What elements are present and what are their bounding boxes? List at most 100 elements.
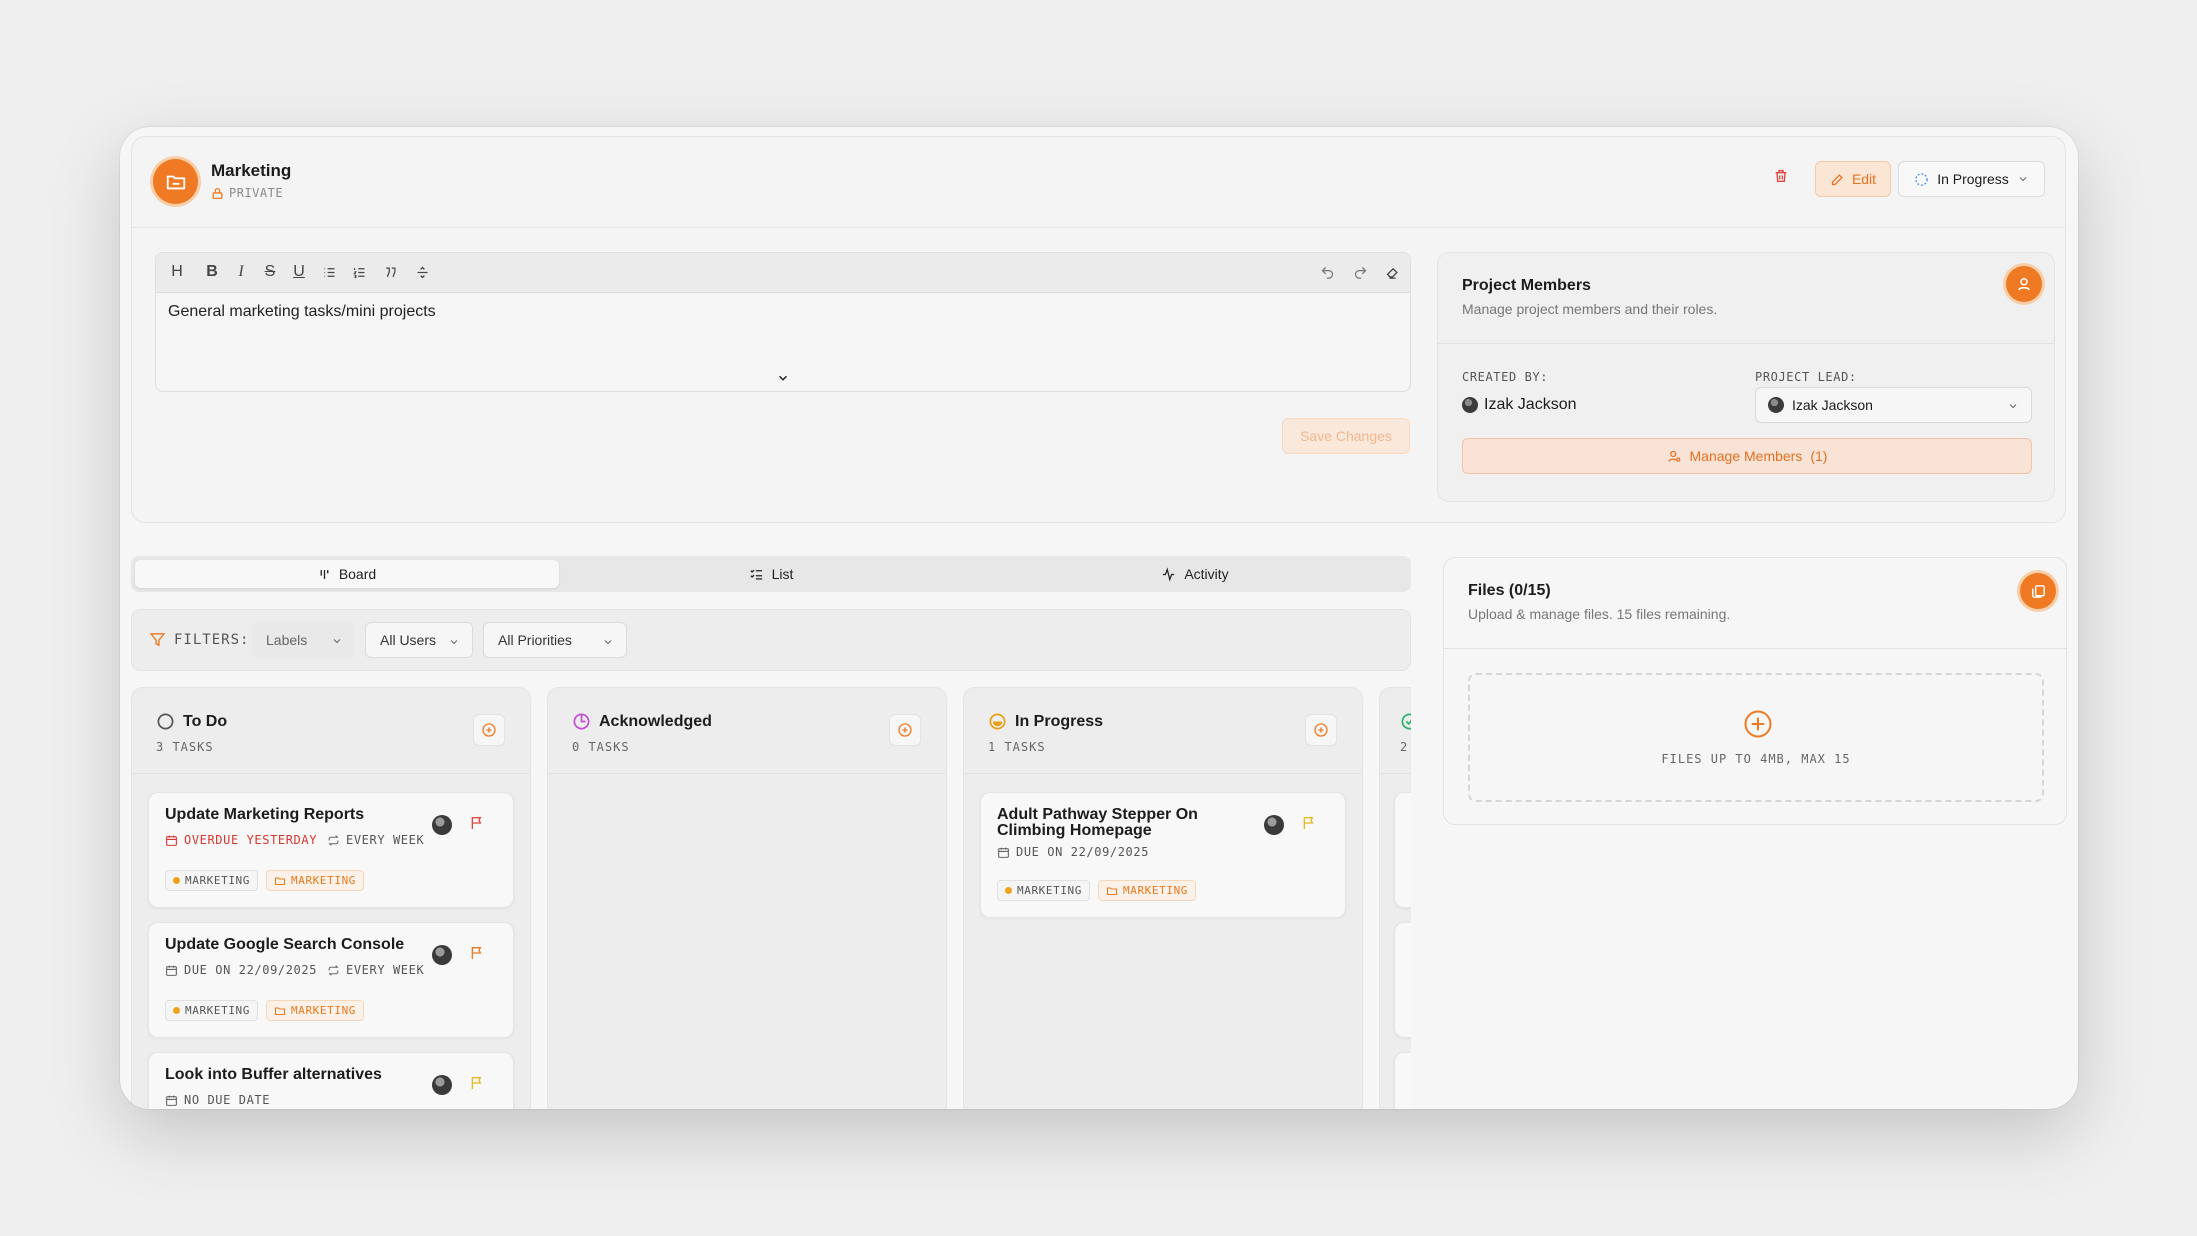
app-window: Marketing PRIVATE Edit In Progress H B I… — [120, 127, 2078, 1109]
plus-circle-icon — [1743, 709, 1773, 744]
redo-button[interactable] — [1347, 259, 1373, 285]
status-select[interactable]: In Progress — [1898, 161, 2045, 197]
file-dropzone[interactable]: FILES UP TO 4MB, MAX 15 — [1468, 673, 2044, 802]
eraser-icon — [1386, 267, 1398, 279]
divider-button[interactable] — [409, 259, 435, 285]
task-due-text: NO DUE DATE — [184, 1093, 271, 1107]
priorities-filter[interactable]: All Priorities — [483, 622, 627, 658]
save-changes-button[interactable]: Save Changes — [1282, 418, 1410, 454]
priority-flag-icon[interactable] — [469, 1075, 485, 1096]
label-tag[interactable]: MARKETING — [165, 870, 259, 891]
assignee-avatar[interactable] — [1264, 815, 1284, 835]
editor-toolbar: H B I S U — [156, 253, 1410, 293]
tab-board-label: Board — [338, 566, 377, 582]
visibility-label: PRIVATE — [229, 186, 284, 200]
column-count: 2 — [1400, 740, 1409, 754]
task-tags: MARKETING MARKETING — [165, 1000, 365, 1021]
view-tabs: Board List Activity — [131, 556, 1411, 592]
task-card[interactable]: Update Google Search Console DUE ON 22/0… — [148, 922, 514, 1038]
users-filter[interactable]: All Users — [365, 622, 473, 658]
quote-button[interactable] — [377, 259, 403, 285]
undo-button[interactable] — [1314, 259, 1340, 285]
filters-label: FILTERS: — [149, 631, 249, 648]
strikethrough-button[interactable]: S — [257, 259, 283, 285]
board-overflow-clip: 2 — [1379, 687, 1411, 1109]
priorities-filter-value: All Priorities — [498, 632, 572, 648]
folder-icon — [275, 877, 286, 885]
chevron-down-icon — [2019, 177, 2027, 182]
plus-circle-icon — [482, 723, 496, 737]
project-lead-label: PROJECT LEAD: — [1755, 370, 1857, 384]
circle-icon — [157, 713, 174, 730]
plus-circle-icon — [1314, 723, 1328, 737]
column-header: To Do 3 TASKS — [132, 688, 530, 774]
project-card: Marketing PRIVATE Edit In Progress H B I… — [131, 136, 2066, 523]
italic-label: I — [238, 263, 244, 280]
trash-icon — [1775, 170, 1787, 182]
add-task-button[interactable] — [1305, 714, 1337, 746]
strike-label: S — [264, 263, 276, 280]
manage-members-button[interactable]: Manage Members (1) — [1462, 438, 2032, 474]
column-count: 1 TASKS — [988, 740, 1046, 754]
task-due-text: DUE ON 22/09/2025 — [184, 963, 318, 977]
clear-format-button[interactable] — [1379, 259, 1405, 285]
tab-board[interactable]: Board — [135, 560, 559, 588]
editor-content[interactable]: General marketing tasks/mini projects — [168, 303, 436, 321]
column-title-text: To Do — [183, 712, 228, 730]
column-title — [1400, 712, 1411, 731]
edit-button[interactable]: Edit — [1815, 161, 1891, 197]
assignee-avatar[interactable] — [432, 1075, 452, 1095]
assignee-avatar[interactable] — [432, 945, 452, 965]
expand-chevron-icon[interactable] — [776, 371, 790, 390]
heading-button[interactable]: H — [164, 259, 190, 285]
users-filter-value: All Users — [380, 632, 437, 648]
task-card[interactable] — [1394, 922, 1411, 1038]
task-title: Adult Pathway Stepper On Climbing Homepa… — [997, 806, 1198, 839]
add-task-button[interactable] — [473, 714, 505, 746]
italic-button[interactable]: I — [228, 259, 254, 285]
task-card[interactable]: Look into Buffer alternatives NO DUE DAT… — [148, 1052, 514, 1109]
project-tag[interactable]: MARKETING — [266, 870, 365, 891]
underline-button[interactable]: U — [286, 259, 312, 285]
project-members-panel: Project Members Manage project members a… — [1437, 252, 2055, 502]
folder-icon — [153, 159, 198, 204]
project-lead-select[interactable]: Izak Jackson — [1755, 387, 2032, 423]
assignee-avatar[interactable] — [432, 815, 452, 835]
tab-list[interactable]: List — [559, 560, 983, 588]
files-title: Files (0/15) — [1468, 582, 1551, 599]
label-tag[interactable]: MARKETING — [165, 1000, 259, 1021]
priority-flag-icon[interactable] — [469, 815, 485, 836]
plus-circle-icon — [898, 723, 912, 737]
task-tags: MARKETING MARKETING — [997, 880, 1197, 901]
files-copy-icon — [2020, 573, 2056, 609]
task-card[interactable]: Adult Pathway Stepper On Climbing Homepa… — [980, 792, 1346, 918]
priority-flag-icon[interactable] — [469, 945, 485, 966]
ordered-list-icon — [352, 267, 364, 278]
description-editor[interactable]: H B I S U General marketing tasks/mini p… — [155, 252, 1411, 392]
task-due: DUE ON 22/09/2025 EVERY WEEK — [165, 963, 424, 977]
tab-activity[interactable]: Activity — [983, 560, 1407, 588]
column-header: 2 — [1380, 688, 1411, 774]
tab-activity-label: Activity — [1184, 566, 1229, 582]
column-in-progress: In Progress 1 TASKS Adult Pathway Steppe… — [963, 687, 1363, 1109]
task-card[interactable]: Update Marketing Reports OVERDUE YESTERD… — [148, 792, 514, 908]
add-task-button[interactable] — [889, 714, 921, 746]
labels-filter[interactable]: Labels — [252, 622, 355, 658]
label-tag[interactable]: MARKETING — [997, 880, 1091, 901]
chevron-down-icon — [604, 640, 612, 645]
project-tag[interactable]: MARKETING — [266, 1000, 365, 1021]
task-card[interactable] — [1394, 792, 1411, 908]
manage-members-label: Manage Members — [1689, 448, 1803, 464]
created-by-label: CREATED BY: — [1462, 370, 1549, 384]
bold-button[interactable]: B — [199, 259, 225, 285]
label-dot — [173, 877, 180, 884]
activity-icon — [1163, 566, 1175, 582]
project-tag[interactable]: MARKETING — [1098, 880, 1197, 901]
column-header: Acknowledged 0 TASKS — [548, 688, 946, 774]
task-card[interactable] — [1394, 1052, 1411, 1109]
ordered-list-button[interactable] — [346, 259, 372, 285]
task-due-text: OVERDUE YESTERDAY — [184, 833, 318, 847]
bullet-list-button[interactable] — [316, 259, 342, 285]
priority-flag-icon[interactable] — [1301, 815, 1317, 836]
delete-button[interactable] — [1766, 161, 1796, 191]
